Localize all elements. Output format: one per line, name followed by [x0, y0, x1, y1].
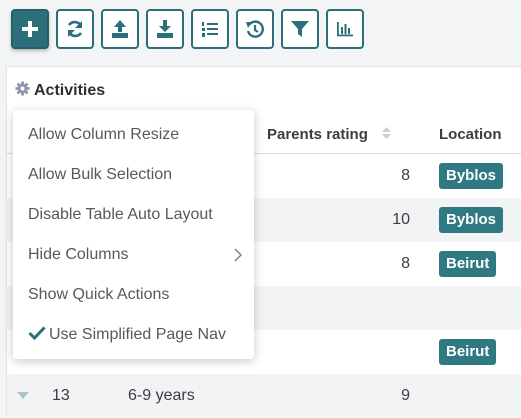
rating-cell: 8	[401, 167, 410, 184]
rating-cell: 9	[401, 387, 410, 404]
location-cell: Beirut	[439, 330, 497, 374]
sort-icon[interactable]	[381, 126, 391, 143]
columns-list-button[interactable]	[191, 9, 229, 49]
download-icon	[157, 20, 173, 38]
id-cell: 13	[52, 387, 70, 404]
table-row[interactable]: 13 6-9 years 9	[7, 374, 521, 418]
panel-header: Activities	[15, 81, 105, 101]
rating-cell: 8	[401, 255, 410, 272]
checkmark-icon	[28, 325, 46, 345]
column-header-location[interactable]: Location	[439, 116, 502, 153]
toolbar	[0, 0, 521, 60]
age-group-cell: 6-9 years	[128, 387, 195, 404]
plus-icon	[22, 21, 38, 37]
location-badge: Byblos	[439, 207, 504, 233]
menu-item-allow-bulk-selection[interactable]: Allow Bulk Selection	[13, 155, 254, 195]
history-icon	[246, 20, 264, 38]
menu-item-label: Allow Column Resize	[28, 126, 180, 143]
menu-item-label: Disable Table Auto Layout	[28, 206, 213, 223]
numbered-list-icon	[202, 22, 218, 37]
location-badge: Byblos	[439, 163, 504, 189]
chart-button[interactable]	[326, 9, 364, 49]
menu-item-label: Allow Bulk Selection	[28, 166, 173, 183]
expand-caret-icon[interactable]	[17, 374, 29, 418]
bar-chart-icon	[337, 22, 353, 37]
filter-icon	[291, 21, 309, 37]
location-cell: Byblos	[439, 154, 504, 198]
rating-cell: 10	[392, 211, 410, 228]
refresh-button[interactable]	[56, 9, 94, 49]
location-cell: Beirut	[439, 242, 497, 286]
menu-item-label: Hide Columns	[28, 246, 129, 263]
menu-item-label: Use Simplified Page Nav	[49, 326, 226, 343]
menu-item-label: Show Quick Actions	[28, 286, 170, 303]
chevron-right-icon	[234, 248, 243, 267]
menu-item-hide-columns[interactable]: Hide Columns	[13, 235, 254, 275]
column-header-parents-rating[interactable]: Parents rating	[267, 116, 391, 153]
location-badge: Beirut	[439, 251, 497, 277]
upload-icon	[112, 20, 128, 38]
column-header-label: Parents rating	[267, 126, 368, 143]
menu-item-use-simplified-page-nav[interactable]: Use Simplified Page Nav	[13, 315, 254, 355]
refresh-icon	[67, 20, 83, 38]
location-cell: Byblos	[439, 198, 504, 242]
add-button[interactable]	[11, 9, 49, 49]
panel-title: Activities	[34, 82, 106, 99]
menu-item-allow-column-resize[interactable]: Allow Column Resize	[13, 115, 254, 155]
menu-item-show-quick-actions[interactable]: Show Quick Actions	[13, 275, 254, 315]
export-button[interactable]	[101, 9, 139, 49]
filter-button[interactable]	[281, 9, 319, 49]
gear-icon[interactable]	[15, 81, 30, 101]
history-button[interactable]	[236, 9, 274, 49]
menu-item-disable-table-auto-layout[interactable]: Disable Table Auto Layout	[13, 195, 254, 235]
location-badge: Beirut	[439, 339, 497, 365]
table-settings-menu: Allow Column Resize Allow Bulk Selection…	[13, 110, 254, 359]
import-button[interactable]	[146, 9, 184, 49]
